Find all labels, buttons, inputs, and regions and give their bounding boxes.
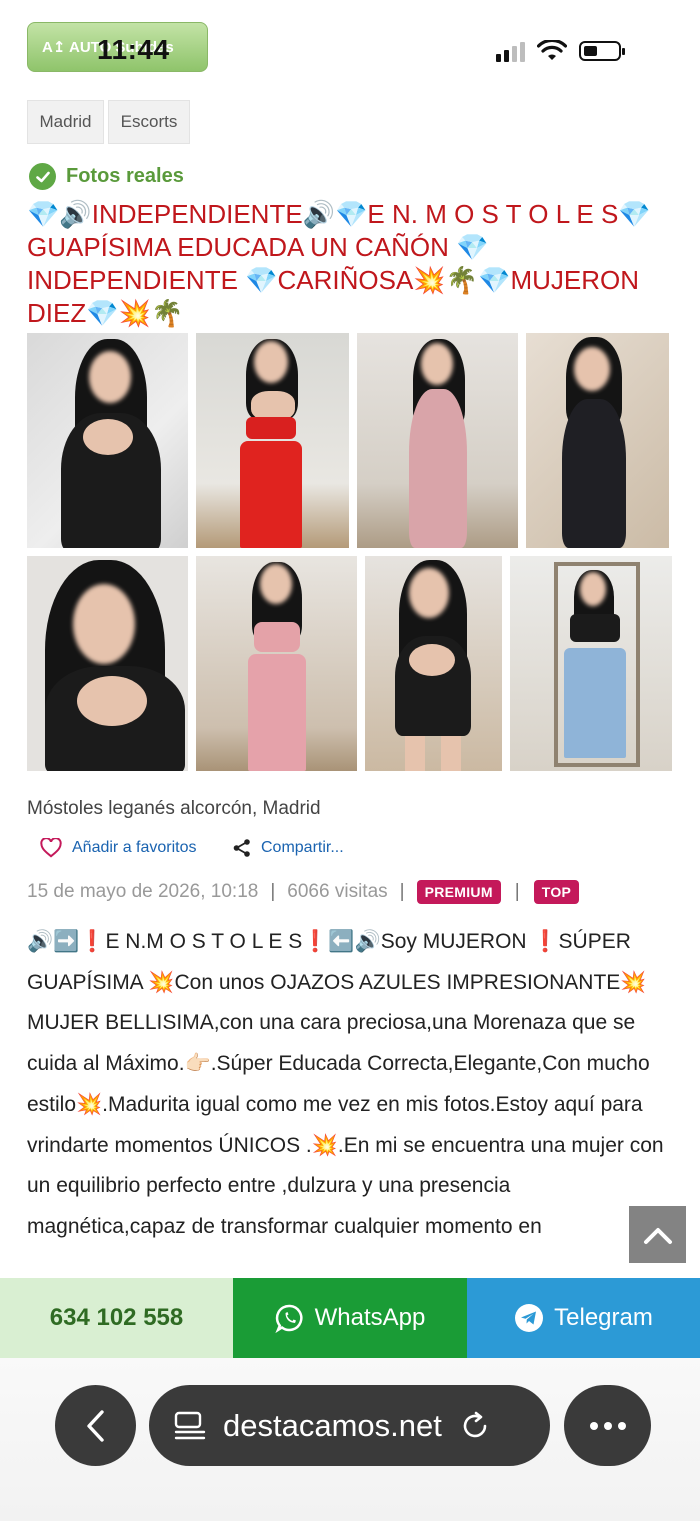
- browser-url: destacamos.net: [223, 1407, 442, 1443]
- chevron-left-icon: [86, 1409, 104, 1442]
- photo-5[interactable]: [27, 556, 188, 771]
- share-icon: [233, 839, 250, 857]
- verified-photos: Fotos reales: [29, 163, 184, 190]
- top-badge: TOP: [533, 880, 580, 904]
- listing-visits: 6066 visitas: [287, 881, 388, 902]
- verified-label: Fotos reales: [66, 165, 184, 187]
- signal-icon: [496, 40, 525, 62]
- more-icon: [589, 1421, 626, 1430]
- breadcrumb-madrid[interactable]: Madrid: [27, 100, 104, 144]
- premium-badge: PREMIUM: [416, 880, 501, 904]
- breadcrumb-escorts[interactable]: Escorts: [108, 100, 190, 144]
- browser-address-bar[interactable]: destacamos.net: [149, 1385, 550, 1466]
- status-icons: [496, 38, 625, 64]
- telegram-button[interactable]: Telegram: [467, 1278, 700, 1358]
- chevron-up-icon: [643, 1227, 672, 1244]
- photo-4[interactable]: [526, 333, 669, 548]
- telegram-label: Telegram: [554, 1304, 653, 1331]
- photo-8[interactable]: [510, 556, 672, 771]
- whatsapp-icon: [275, 1304, 303, 1333]
- listing-meta: 15 de mayo de 2026, 10:18 | 6066 visitas…: [27, 880, 672, 904]
- browser-back-button[interactable]: [55, 1385, 136, 1466]
- share-label: Compartir...: [261, 839, 344, 856]
- heart-icon: [40, 838, 62, 858]
- add-to-favorites-label: Añadir a favoritos: [72, 839, 197, 856]
- photo-2[interactable]: [196, 333, 349, 548]
- photo-3[interactable]: [357, 333, 518, 548]
- photo-7[interactable]: [365, 556, 502, 771]
- listing-description: 🔊➡️❗E N.M O S T O L E S❗⬅️🔊Soy MUJERON ❗…: [27, 930, 664, 1238]
- listing-date: 15 de mayo de 2026, 10:18: [27, 881, 259, 902]
- whatsapp-button[interactable]: WhatsApp: [233, 1278, 467, 1358]
- photo-6[interactable]: [196, 556, 357, 771]
- whatsapp-label: WhatsApp: [314, 1304, 426, 1331]
- meta-divider: |: [270, 881, 276, 902]
- reload-icon[interactable]: [460, 1411, 490, 1441]
- status-time: 11:44: [97, 34, 170, 65]
- meta-divider: |: [514, 881, 520, 902]
- phone-number: 634 102 558: [49, 1304, 184, 1331]
- battery-icon: [579, 41, 625, 61]
- breadcrumb-madrid-label: Madrid: [39, 112, 92, 131]
- meta-divider: |: [399, 881, 405, 902]
- call-phone-button[interactable]: 634 102 558: [0, 1278, 233, 1358]
- listing-location: Móstoles leganés alcorcón, Madrid: [27, 798, 321, 819]
- reader-icon: [174, 1411, 206, 1439]
- browser-more-button[interactable]: [564, 1385, 651, 1466]
- share-button[interactable]: Compartir...: [232, 838, 344, 858]
- scroll-to-top-button[interactable]: [629, 1206, 686, 1263]
- telegram-icon: [515, 1304, 544, 1332]
- listing-title: 💎🔊INDEPENDIENTE🔊💎E N. M O S T O L E S💎 G…: [27, 199, 651, 328]
- add-to-favorites[interactable]: Añadir a favoritos: [40, 838, 197, 858]
- wifi-icon: [537, 40, 567, 60]
- breadcrumb-escorts-label: Escorts: [120, 112, 178, 131]
- photo-1[interactable]: [27, 333, 188, 548]
- check-circle-icon: [29, 163, 56, 190]
